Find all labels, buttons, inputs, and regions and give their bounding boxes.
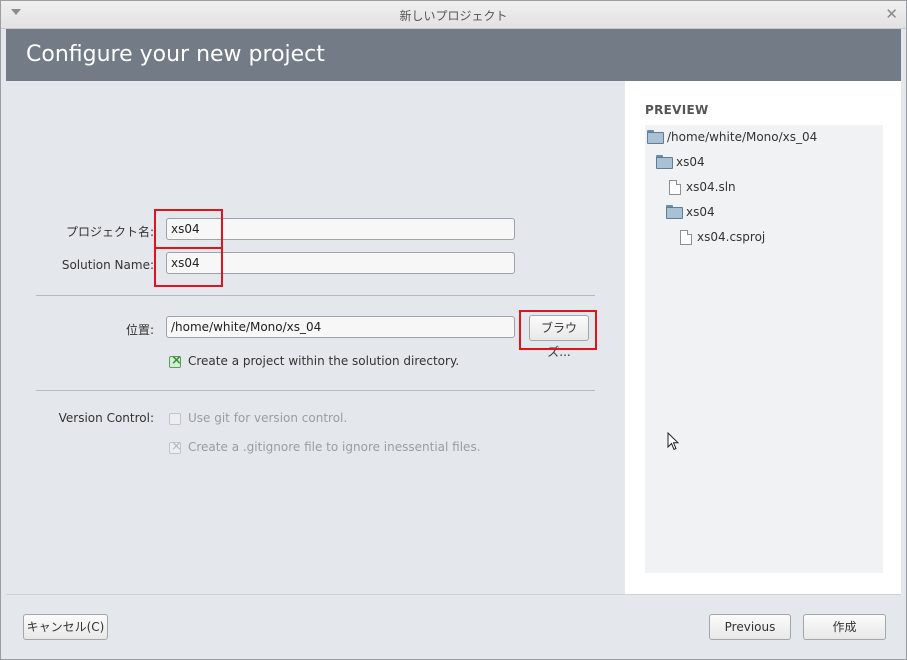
tree-item-label: xs04 — [686, 205, 715, 219]
folder-icon — [647, 130, 664, 144]
preview-panel: PREVIEW /home/white/Mono/xs_04 xs04 xs04… — [625, 81, 901, 594]
use-git-label: Use git for version control. — [188, 411, 348, 425]
location-label: 位置: — [125, 323, 154, 337]
tree-item-label: /home/white/Mono/xs_04 — [667, 130, 818, 144]
tree-item-label: xs04.sln — [686, 180, 736, 194]
file-icon — [669, 180, 681, 195]
gitignore-label: Create a .gitignore file to ignore iness… — [188, 440, 481, 454]
tree-item-label: xs04 — [676, 155, 705, 169]
project-name-input[interactable] — [166, 218, 515, 240]
cancel-button[interactable]: キャンセル(C) — [23, 614, 108, 640]
mouse-pointer-icon — [667, 432, 680, 451]
previous-button[interactable]: Previous — [709, 614, 791, 640]
preview-tree: /home/white/Mono/xs_04 xs04 xs04.sln xs0… — [645, 125, 883, 573]
title-bar: 新しいプロジェクト ✕ — [1, 1, 906, 29]
tree-item-label: xs04.csproj — [697, 230, 766, 244]
separator — [36, 390, 595, 391]
folder-icon — [656, 155, 673, 169]
page-title: Configure your new project — [26, 42, 325, 67]
solution-name-label: Solution Name: — [61, 258, 154, 272]
use-git-checkbox[interactable] — [169, 413, 181, 425]
separator — [36, 295, 595, 296]
project-name-label: プロジェクト名: — [65, 225, 154, 239]
file-icon — [680, 230, 692, 245]
version-control-label: Version Control: — [58, 411, 154, 425]
create-button[interactable]: 作成 — [803, 614, 886, 640]
dialog-footer: キャンセル(C) Previous 作成 — [6, 594, 901, 655]
solution-name-input[interactable] — [166, 252, 515, 274]
create-within-solution-label: Create a project within the solution dir… — [188, 354, 460, 368]
location-input[interactable] — [166, 316, 515, 338]
browse-button[interactable]: ブラウズ... — [529, 315, 589, 359]
close-icon[interactable]: ✕ — [885, 5, 898, 23]
create-within-solution-checkbox[interactable] — [169, 353, 182, 368]
window-title: 新しいプロジェクト — [399, 9, 508, 23]
dialog-header: Configure your new project — [6, 29, 901, 81]
folder-icon — [666, 205, 683, 219]
configuration-panel: プロジェクト名: Solution Name: 位置: ブラウズ... Crea… — [6, 81, 625, 594]
new-project-dialog: 新しいプロジェクト ✕ Configure your new project プ… — [0, 0, 907, 660]
gitignore-checkbox[interactable] — [169, 439, 182, 454]
preview-title: PREVIEW — [645, 103, 709, 117]
